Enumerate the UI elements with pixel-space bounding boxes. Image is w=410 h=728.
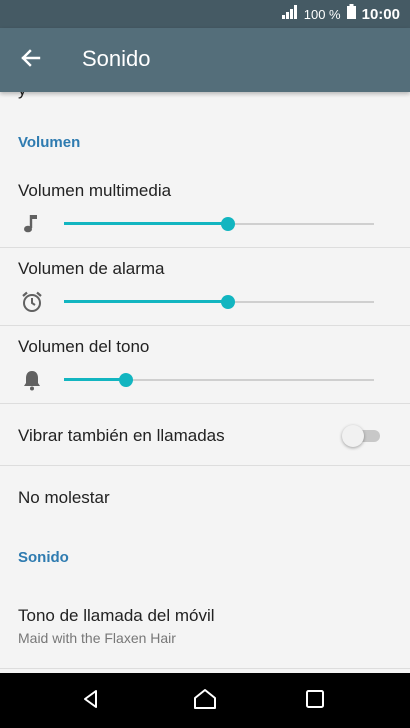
battery-icon xyxy=(346,4,356,24)
nav-back-button[interactable] xyxy=(75,685,107,717)
volume-media-item: Volumen multimedia xyxy=(0,170,410,247)
status-bar: 100 % 10:00 xyxy=(0,0,410,28)
slider-fill xyxy=(64,378,126,381)
status-time: 10:00 xyxy=(361,5,400,23)
ringtone-row[interactable]: Tono de llamada del móvil Maid with the … xyxy=(0,586,410,668)
section-header-volumen: Volumen xyxy=(18,134,81,151)
volume-alarm-title: Volumen de alarma xyxy=(18,259,165,278)
slider-fill xyxy=(64,222,229,225)
section-header-sonido: Sonido xyxy=(18,549,69,566)
volume-media-title: Volumen multimedia xyxy=(18,181,172,200)
cut-off-item-text: y xyxy=(18,92,27,100)
app-bar: Sonido xyxy=(0,28,410,92)
volume-media-slider[interactable] xyxy=(64,214,374,234)
vibrate-toggle[interactable] xyxy=(342,425,380,447)
volume-ringtone-item: Volumen del tono xyxy=(0,326,410,403)
triangle-back-icon xyxy=(80,688,102,715)
page-title: Sonido xyxy=(82,46,151,71)
slider-thumb[interactable] xyxy=(221,295,236,309)
back-arrow-icon xyxy=(19,47,41,74)
home-icon xyxy=(192,687,218,716)
ringtone-value: Maid with the Flaxen Hair xyxy=(18,630,176,646)
recents-square-icon xyxy=(305,689,325,714)
signal-icon xyxy=(281,4,298,24)
nav-home-button[interactable] xyxy=(189,685,221,717)
status-indicators: 100 % 10:00 xyxy=(281,0,400,28)
battery-percent: 100 % xyxy=(303,6,341,22)
vibrate-in-calls-label: Vibrar también en llamadas xyxy=(18,426,225,445)
do-not-disturb-row[interactable]: No molestar xyxy=(0,466,410,528)
alarm-clock-icon xyxy=(20,290,44,314)
volume-alarm-slider[interactable] xyxy=(64,292,374,312)
volume-alarm-item: Volumen de alarma xyxy=(0,248,410,325)
volume-ringtone-title: Volumen del tono xyxy=(18,337,150,356)
volume-ringtone-slider[interactable] xyxy=(64,370,374,390)
slider-thumb[interactable] xyxy=(119,373,133,387)
slider-fill xyxy=(64,300,229,303)
nav-recents-button[interactable] xyxy=(299,685,331,717)
music-note-icon xyxy=(20,212,44,236)
vibrate-in-calls-row[interactable]: Vibrar también en llamadas xyxy=(0,404,410,466)
navigation-bar xyxy=(0,673,410,728)
divider xyxy=(0,668,410,669)
settings-list[interactable]: y Volumen Volumen multimedia Volumen de … xyxy=(0,92,410,673)
bell-icon xyxy=(20,368,44,392)
slider-thumb[interactable] xyxy=(221,217,236,231)
ringtone-label: Tono de llamada del móvil xyxy=(18,606,215,625)
toggle-thumb xyxy=(342,425,364,447)
back-button[interactable] xyxy=(14,44,46,76)
do-not-disturb-label: No molestar xyxy=(18,488,110,507)
